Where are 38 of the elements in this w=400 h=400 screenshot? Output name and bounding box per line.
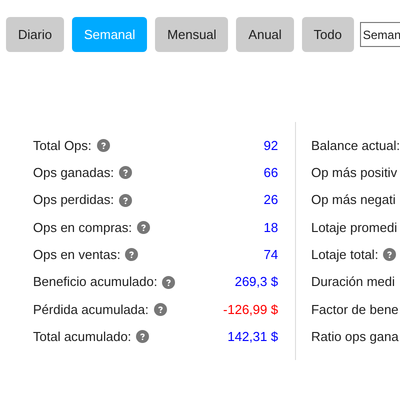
- help-icon[interactable]: [96, 139, 110, 152]
- help-icon[interactable]: [125, 248, 138, 262]
- stat-label: Beneficio acumulado:: [33, 273, 158, 292]
- stat-value: -126,99 $: [223, 300, 278, 319]
- period-tab[interactable]: Todo: [302, 17, 354, 52]
- period-select[interactable]: Seman: [360, 22, 400, 47]
- stat-label: Lotaje total:: [311, 246, 378, 264]
- help-icon[interactable]: [383, 248, 396, 262]
- stat-value: 142,31 $: [227, 328, 278, 346]
- stat-label: Op más negati: [311, 191, 396, 210]
- help-icon[interactable]: [162, 276, 176, 289]
- stat-label: Total acumulado:: [33, 328, 132, 346]
- stat-value: 269,3 $: [234, 273, 278, 292]
- stat-label: Factor de bene: [311, 300, 399, 319]
- stat-value: 66: [264, 164, 278, 182]
- help-icon[interactable]: [136, 330, 150, 344]
- stat-label: Total Ops:: [33, 136, 92, 155]
- period-tab[interactable]: Mensual: [155, 17, 228, 52]
- period-tab[interactable]: Anual: [236, 17, 294, 52]
- stat-label: Ops en ventas:: [33, 246, 120, 264]
- period-tab[interactable]: Diario: [6, 17, 64, 52]
- stat-label: Ratio ops gana: [311, 328, 399, 346]
- help-icon[interactable]: [118, 166, 132, 180]
- stat-label: Ops perdidas:: [33, 191, 114, 210]
- stat-value: 18: [264, 218, 278, 237]
- stat-value: 74: [264, 246, 278, 264]
- help-icon[interactable]: [137, 221, 150, 234]
- stat-label: Op más positiv: [311, 164, 398, 182]
- stat-value: 92: [264, 136, 278, 155]
- stat-label: Ops ganadas:: [33, 164, 114, 182]
- stat-label: Balance actual:: [311, 136, 400, 155]
- stat-label: Ops en compras:: [33, 218, 132, 237]
- stat-label: Duración medi: [311, 273, 395, 292]
- help-icon[interactable]: [118, 194, 132, 207]
- stat-value: 26: [264, 191, 278, 210]
- stat-label: Pérdida acumulada:: [33, 300, 149, 319]
- stat-label: Lotaje promedi: [311, 218, 398, 237]
- help-icon[interactable]: [154, 302, 167, 316]
